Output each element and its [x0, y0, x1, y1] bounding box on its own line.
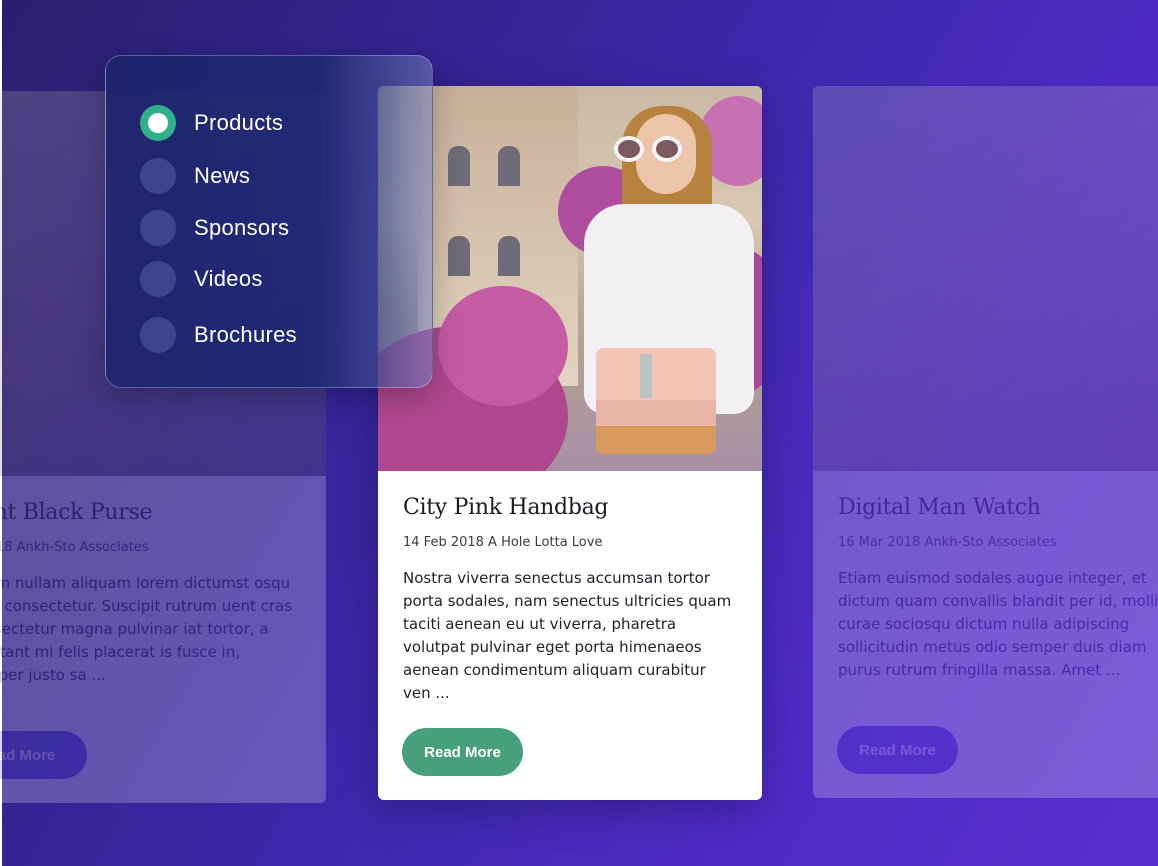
card-meta: n 2018 Ankh-Sto Associates — [0, 540, 149, 555]
card-title: City Pink Handbag — [403, 495, 609, 520]
menu-item-videos[interactable]: Videos — [140, 261, 263, 297]
read-more-button[interactable]: ad More — [0, 731, 87, 779]
card-excerpt: Etiam euismod sodales augue integer, et … — [838, 569, 1158, 679]
card-meta: 16 Mar 2018 Ankh-Sto Associates — [838, 535, 1057, 550]
product-image-handbag — [378, 86, 762, 471]
menu-item-label: News — [194, 163, 251, 188]
card-title: Digital Man Watch — [838, 495, 1041, 520]
menu-item-label: Sponsors — [194, 215, 290, 240]
product-card-center[interactable]: City Pink Handbag 14 Feb 2018 A Hole Lot… — [378, 86, 762, 800]
menu-item-label: Brochures — [194, 322, 297, 347]
card-excerpt: ndum nullam aliquam lorem dictumst osqu … — [0, 574, 293, 684]
radio-icon[interactable] — [140, 261, 176, 297]
menu-item-news[interactable]: News — [140, 158, 250, 194]
menu-item-brochures[interactable]: Brochures — [140, 317, 297, 353]
radio-icon[interactable] — [140, 158, 176, 194]
category-menu: Products News Sponsors Videos Brochures — [105, 55, 433, 388]
radio-selected-icon[interactable] — [140, 105, 176, 141]
read-more-button[interactable]: Read More — [837, 726, 958, 774]
menu-item-label: Videos — [194, 266, 263, 291]
card-excerpt: Nostra viverra senectus accumsan tortor … — [403, 569, 732, 702]
menu-item-products[interactable]: Products — [140, 105, 283, 141]
read-more-button[interactable]: Read More — [402, 728, 523, 776]
menu-item-sponsors[interactable]: Sponsors — [140, 210, 289, 246]
product-image-watch — [813, 86, 1158, 471]
card-meta: 14 Feb 2018 A Hole Lotta Love — [403, 535, 603, 550]
card-title: gant Black Purse — [0, 500, 153, 525]
radio-icon[interactable] — [140, 317, 176, 353]
menu-item-label: Products — [194, 110, 284, 135]
radio-icon[interactable] — [140, 210, 176, 246]
product-card-right[interactable]: Digital Man Watch 16 Mar 2018 Ankh-Sto A… — [813, 86, 1158, 798]
